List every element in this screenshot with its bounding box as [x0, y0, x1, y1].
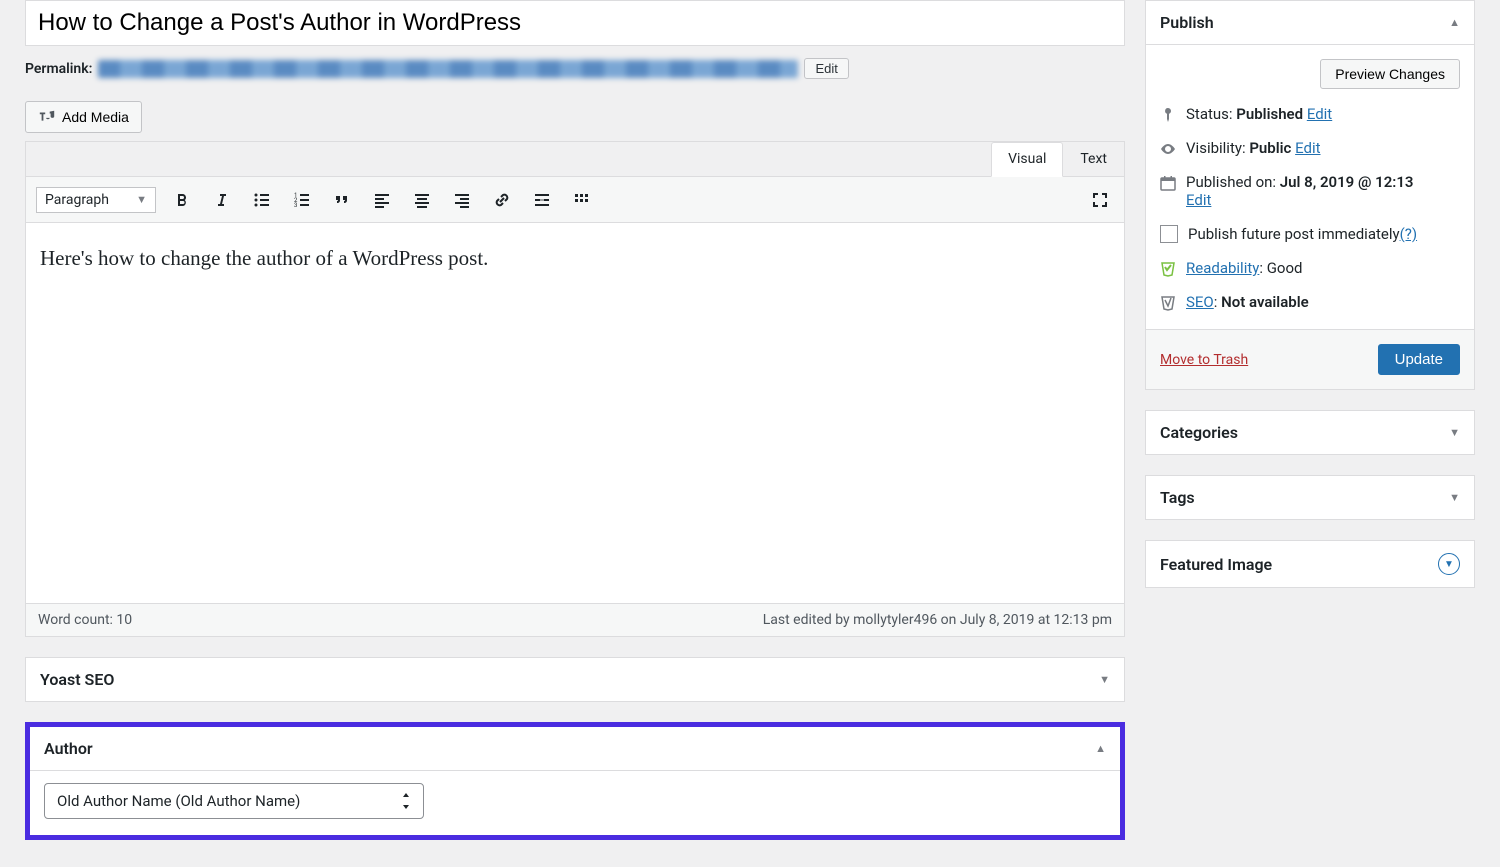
svg-text:3: 3: [294, 202, 297, 209]
editor-footer: Word count: 10 Last edited by mollytyler…: [26, 603, 1124, 636]
categories-panel: Categories ▼: [1145, 410, 1475, 455]
seo-link[interactable]: SEO: [1186, 293, 1214, 311]
tags-header[interactable]: Tags ▼: [1146, 476, 1474, 519]
preview-changes-button[interactable]: Preview Changes: [1320, 59, 1460, 89]
move-to-trash-link[interactable]: Move to Trash: [1160, 352, 1248, 368]
featured-image-header[interactable]: Featured Image ▼: [1146, 541, 1474, 587]
chevron-down-icon: ▼: [1449, 491, 1460, 504]
add-media-label: Add Media: [62, 109, 129, 125]
add-media-button[interactable]: Add Media: [25, 101, 142, 133]
toolbar-toggle-button[interactable]: [568, 186, 596, 214]
align-center-button[interactable]: [408, 186, 436, 214]
tab-text[interactable]: Text: [1063, 142, 1124, 176]
permalink-label: Permalink:: [25, 61, 92, 77]
format-select-label: Paragraph: [45, 192, 109, 208]
publish-title: Publish: [1160, 13, 1214, 32]
fullscreen-button[interactable]: [1086, 186, 1114, 214]
featured-image-title: Featured Image: [1160, 555, 1272, 574]
numbered-list-button[interactable]: 123: [288, 186, 316, 214]
readability-link[interactable]: Readability: [1186, 259, 1259, 277]
format-select[interactable]: Paragraph ▼: [36, 187, 156, 213]
status-edit-link[interactable]: Edit: [1307, 105, 1332, 123]
editor-content[interactable]: Here's how to change the author of a Wor…: [26, 223, 1124, 603]
bold-button[interactable]: [168, 186, 196, 214]
yoast-seo-icon: [1160, 295, 1176, 311]
align-right-button[interactable]: [448, 186, 476, 214]
categories-header[interactable]: Categories ▼: [1146, 411, 1474, 454]
chevron-down-icon: ▼: [1099, 673, 1110, 686]
featured-image-toggle[interactable]: ▼: [1438, 553, 1460, 575]
quote-button[interactable]: [328, 186, 356, 214]
author-metabox: Author ▲ Old Author Name (Old Author Nam…: [25, 722, 1125, 840]
permalink-edit-button[interactable]: Edit: [804, 58, 848, 79]
publish-panel: Publish ▲ Preview Changes Status: Publis…: [1145, 0, 1475, 390]
last-edited: Last edited by mollytyler496 on July 8, …: [763, 612, 1112, 628]
italic-button[interactable]: [208, 186, 236, 214]
author-select[interactable]: Old Author Name (Old Author Name): [44, 783, 424, 819]
chevron-up-icon: ▲: [1095, 742, 1106, 755]
yoast-seo-header[interactable]: Yoast SEO ▼: [26, 658, 1124, 701]
editor-tabs: Visual Text: [26, 142, 1124, 177]
tab-visual[interactable]: Visual: [991, 142, 1063, 177]
update-button[interactable]: Update: [1378, 344, 1460, 375]
post-title-input[interactable]: [25, 0, 1125, 46]
eye-icon: [1160, 141, 1176, 157]
categories-title: Categories: [1160, 423, 1238, 442]
chevron-down-icon: ▼: [1449, 426, 1460, 439]
author-selected-value: Old Author Name (Old Author Name): [57, 792, 300, 810]
visibility-edit-link[interactable]: Edit: [1295, 139, 1320, 157]
chevron-up-icon: ▲: [1449, 16, 1460, 29]
permalink-row: Permalink: Edit: [25, 46, 1125, 83]
select-arrows-icon: [401, 793, 411, 809]
link-button[interactable]: [488, 186, 516, 214]
permalink-url[interactable]: [98, 60, 798, 78]
yoast-readability-icon: [1160, 261, 1176, 277]
yoast-seo-metabox: Yoast SEO ▼: [25, 657, 1125, 702]
word-count: Word count: 10: [38, 612, 132, 628]
future-help-link[interactable]: (?): [1400, 225, 1417, 243]
featured-image-panel: Featured Image ▼: [1145, 540, 1475, 588]
editor-toolbar: Paragraph ▼ 123: [26, 177, 1124, 223]
future-post-label: Publish future post immediately(?): [1188, 225, 1417, 243]
future-post-checkbox[interactable]: [1160, 225, 1178, 243]
published-edit-link[interactable]: Edit: [1186, 191, 1211, 209]
author-header[interactable]: Author ▲: [30, 727, 1120, 771]
tags-panel: Tags ▼: [1145, 475, 1475, 520]
publish-header[interactable]: Publish ▲: [1146, 1, 1474, 45]
tags-title: Tags: [1160, 488, 1195, 507]
yoast-seo-title: Yoast SEO: [40, 670, 114, 689]
pin-icon: [1160, 107, 1176, 123]
chevron-down-icon: ▼: [136, 193, 147, 206]
calendar-icon: [1160, 175, 1176, 191]
read-more-button[interactable]: [528, 186, 556, 214]
camera-music-icon: [38, 108, 56, 126]
align-left-button[interactable]: [368, 186, 396, 214]
editor-box: Visual Text Paragraph ▼ 123: [25, 141, 1125, 637]
author-title: Author: [44, 739, 93, 758]
bullet-list-button[interactable]: [248, 186, 276, 214]
